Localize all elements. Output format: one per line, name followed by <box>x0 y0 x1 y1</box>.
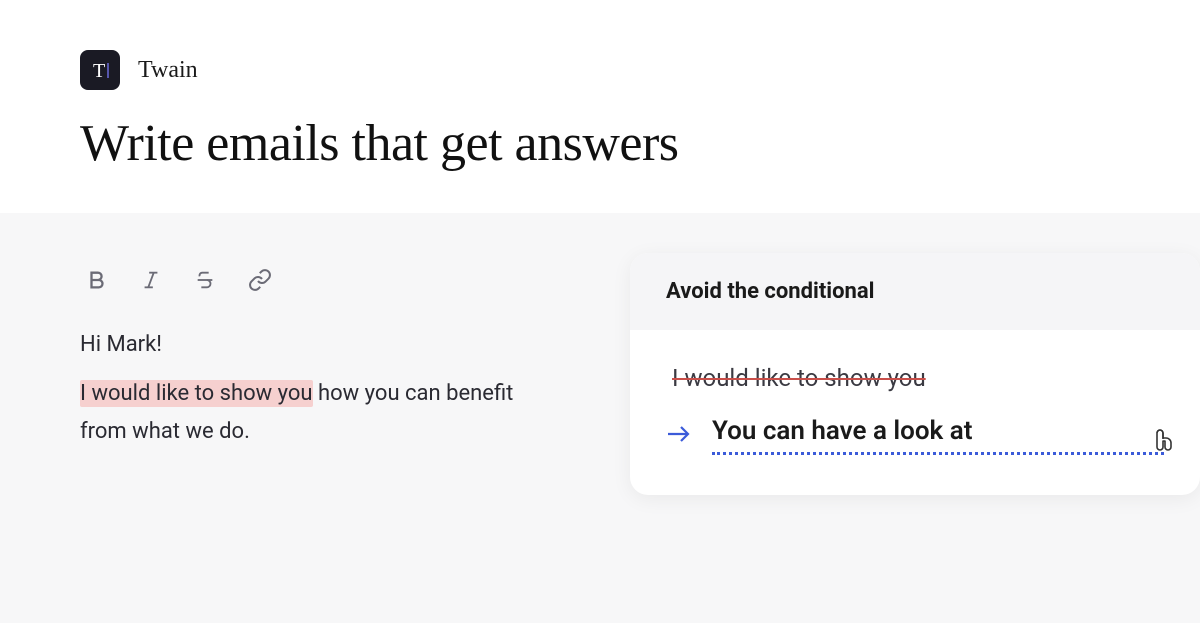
email-line: I would like to show you how you can ben… <box>80 375 560 450</box>
suggestion-title: Avoid the conditional <box>630 253 1200 330</box>
bold-icon <box>86 269 108 291</box>
suggestion-card: Avoid the conditional I would like to sh… <box>630 253 1200 495</box>
header: T Twain Write emails that get answers <box>0 0 1200 213</box>
strikethrough-icon <box>194 269 216 291</box>
email-body[interactable]: Hi Mark! I would like to show you how yo… <box>80 326 560 450</box>
highlighted-phrase: I would like to show you <box>80 380 313 407</box>
strikethrough-button[interactable] <box>194 269 216 291</box>
link-icon <box>248 268 272 292</box>
pointer-cursor-icon <box>1148 429 1178 467</box>
replacement-text: You can have a look at <box>712 416 1164 455</box>
editor-pane: Hi Mark! I would like to show you how yo… <box>80 268 560 623</box>
brand-t-icon: T <box>88 58 112 82</box>
struck-text: I would like to show you <box>666 364 1164 392</box>
italic-icon <box>140 269 162 291</box>
brand: T Twain <box>80 50 1120 90</box>
replacement-row[interactable]: You can have a look at <box>666 416 1164 455</box>
brand-logo: T <box>80 50 120 90</box>
bold-button[interactable] <box>86 269 108 291</box>
email-greeting: Hi Mark! <box>80 326 560 363</box>
svg-text:T: T <box>93 60 105 82</box>
italic-button[interactable] <box>140 269 162 291</box>
workspace: Hi Mark! I would like to show you how yo… <box>0 213 1200 623</box>
arrow-right-icon <box>666 424 692 448</box>
tagline: Write emails that get answers <box>80 114 1120 173</box>
suggestion-body: I would like to show you You can have a … <box>630 330 1200 495</box>
brand-name: Twain <box>138 57 198 84</box>
format-toolbar <box>80 268 560 292</box>
link-button[interactable] <box>248 268 272 292</box>
